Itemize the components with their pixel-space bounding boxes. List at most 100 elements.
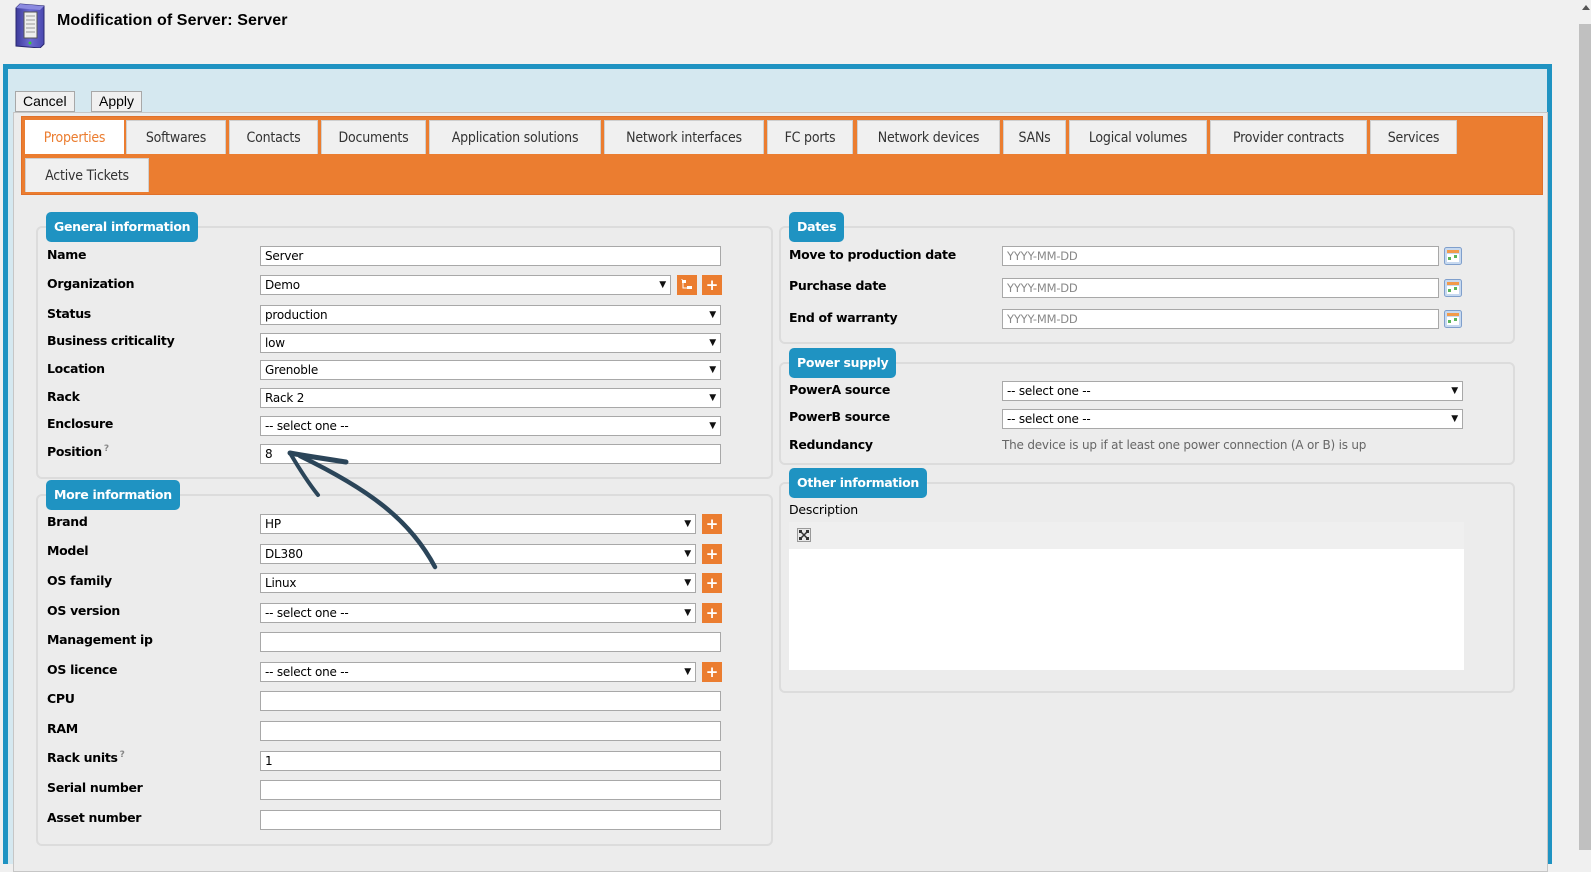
description-editor[interactable] xyxy=(789,549,1464,670)
business-criticality-value: low xyxy=(265,336,285,350)
powerb-source-value: -- select one -- xyxy=(1007,412,1091,426)
location-label: Location xyxy=(47,361,105,376)
tab-properties[interactable]: Properties xyxy=(25,120,124,154)
serial-number-label: Serial number xyxy=(47,780,143,795)
model-select[interactable]: DL380 xyxy=(260,544,696,564)
powera-source-select[interactable]: -- select one -- xyxy=(1002,381,1463,401)
name-label: Name xyxy=(47,247,87,262)
calendar-icon[interactable] xyxy=(1444,279,1462,297)
scrollbar-thumb[interactable] xyxy=(1579,24,1591,850)
hierarchy-icon xyxy=(681,279,692,289)
powerb-source-select[interactable]: -- select one -- xyxy=(1002,409,1463,429)
more-information-legend: More information xyxy=(46,480,180,510)
end-of-warranty-label: End of warranty xyxy=(789,310,898,325)
status-value: production xyxy=(265,308,328,322)
ram-input[interactable] xyxy=(260,721,721,741)
model-add-button[interactable]: + xyxy=(702,544,722,564)
organization-value: Demo xyxy=(265,278,300,292)
os-version-value: -- select one -- xyxy=(265,606,349,620)
enclosure-value: -- select one -- xyxy=(265,419,349,433)
tab-documents[interactable]: Documents xyxy=(321,120,426,154)
tab-network-devices[interactable]: Network devices xyxy=(857,120,1000,154)
os-licence-add-button[interactable]: + xyxy=(702,662,722,682)
os-licence-select[interactable]: -- select one -- xyxy=(260,662,696,682)
rack-value: Rack 2 xyxy=(265,391,305,405)
end-of-warranty-input[interactable]: YYYY-MM-DD xyxy=(1002,309,1439,329)
os-version-select[interactable]: -- select one -- xyxy=(260,603,696,623)
brand-add-button[interactable]: + xyxy=(702,514,722,534)
redundancy-text: The device is up if at least one power c… xyxy=(1002,438,1367,452)
powera-source-value: -- select one -- xyxy=(1007,384,1091,398)
rack-units-label: Rack units? xyxy=(47,750,125,765)
maximize-glyph-icon xyxy=(799,530,809,540)
power-supply-legend: Power supply xyxy=(789,348,897,378)
purchase-date-input[interactable]: YYYY-MM-DD xyxy=(1002,278,1439,298)
move-to-production-label: Move to production date xyxy=(789,247,956,262)
tab-active-tickets[interactable]: Active Tickets xyxy=(25,158,149,192)
tab-provider-contracts[interactable]: Provider contracts xyxy=(1210,120,1367,154)
rack-units-help-icon[interactable]: ? xyxy=(120,750,125,760)
brand-value: HP xyxy=(265,517,281,531)
status-select[interactable]: production xyxy=(260,305,721,325)
business-criticality-label: Business criticality xyxy=(47,333,175,348)
serial-number-input[interactable] xyxy=(260,780,721,800)
tab-services[interactable]: Services xyxy=(1370,120,1457,154)
os-licence-value: -- select one -- xyxy=(265,665,349,679)
redundancy-label: Redundancy xyxy=(789,437,873,452)
asset-number-input[interactable] xyxy=(260,810,721,830)
description-label: Description xyxy=(789,502,858,517)
model-label: Model xyxy=(47,543,89,558)
cpu-label: CPU xyxy=(47,691,75,706)
os-family-value: Linux xyxy=(265,576,297,590)
position-input[interactable]: 8 xyxy=(260,444,721,464)
os-licence-label: OS licence xyxy=(47,662,118,677)
tab-softwares[interactable]: Softwares xyxy=(126,120,226,154)
general-information-legend: General information xyxy=(46,212,199,242)
management-ip-input[interactable] xyxy=(260,632,721,652)
powera-source-label: PowerA source xyxy=(789,382,891,397)
brand-select[interactable]: HP xyxy=(260,514,696,534)
tab-sans[interactable]: SANs xyxy=(1003,120,1066,154)
rack-label: Rack xyxy=(47,389,80,404)
tab-logical-volumes[interactable]: Logical volumes xyxy=(1069,120,1207,154)
os-family-add-button[interactable]: + xyxy=(702,573,722,593)
position-help-icon[interactable]: ? xyxy=(104,444,109,454)
maximize-icon[interactable] xyxy=(797,528,811,542)
position-label: Position? xyxy=(47,444,109,459)
move-to-production-input[interactable]: YYYY-MM-DD xyxy=(1002,246,1439,266)
other-information-legend: Other information xyxy=(789,468,927,498)
apply-button[interactable]: Apply xyxy=(91,91,143,112)
tab-contacts[interactable]: Contacts xyxy=(229,120,318,154)
tab-application-solutions[interactable]: Application solutions xyxy=(429,120,601,154)
rack-units-input[interactable]: 1 xyxy=(260,751,721,771)
asset-number-label: Asset number xyxy=(47,810,142,825)
os-version-label: OS version xyxy=(47,603,120,618)
cancel-button[interactable]: Cancel xyxy=(15,91,75,112)
cpu-input[interactable] xyxy=(260,691,721,711)
brand-label: Brand xyxy=(47,514,88,529)
ram-label: RAM xyxy=(47,721,78,736)
scroll-up-icon[interactable] xyxy=(1581,2,1591,12)
purchase-date-label: Purchase date xyxy=(789,278,887,293)
status-label: Status xyxy=(47,306,91,321)
organization-label: Organization xyxy=(47,276,135,291)
location-value: Grenoble xyxy=(265,363,319,377)
rack-select[interactable]: Rack 2 xyxy=(260,388,721,408)
organization-select[interactable]: Demo xyxy=(260,275,671,295)
business-criticality-select[interactable]: low xyxy=(260,333,721,353)
form-content: Properties Softwares Contacts Documents … xyxy=(13,112,1548,872)
location-select[interactable]: Grenoble xyxy=(260,360,721,380)
server-icon xyxy=(15,3,45,48)
tab-network-interfaces[interactable]: Network interfaces xyxy=(604,120,764,154)
dates-legend: Dates xyxy=(789,212,845,242)
organization-add-button[interactable]: + xyxy=(702,275,722,295)
calendar-icon[interactable] xyxy=(1444,310,1462,328)
name-input[interactable]: Server xyxy=(260,246,721,266)
tab-fc-ports[interactable]: FC ports xyxy=(767,120,853,154)
enclosure-select[interactable]: -- select one -- xyxy=(260,416,721,436)
enclosure-label: Enclosure xyxy=(47,416,114,431)
calendar-icon[interactable] xyxy=(1444,247,1462,265)
os-family-select[interactable]: Linux xyxy=(260,573,696,593)
hierarchy-button[interactable] xyxy=(677,275,697,295)
os-version-add-button[interactable]: + xyxy=(702,603,722,623)
